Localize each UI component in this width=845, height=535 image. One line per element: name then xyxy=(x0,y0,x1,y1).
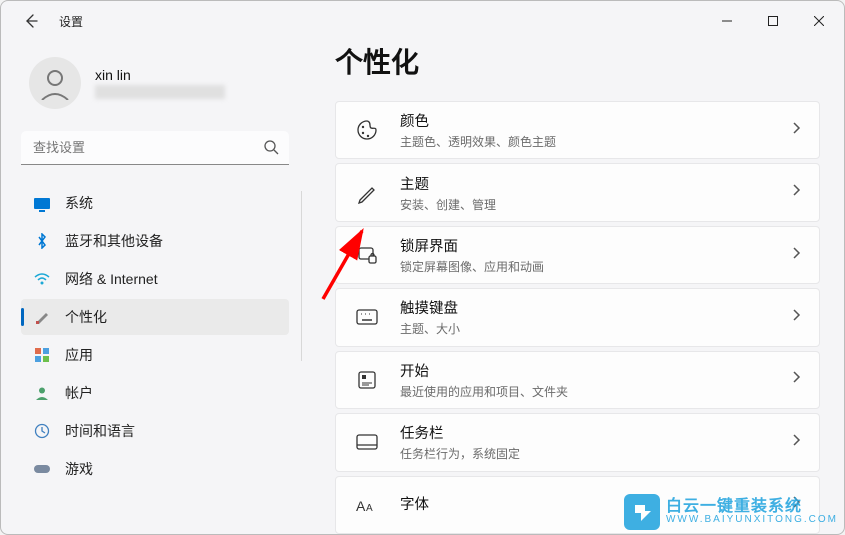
search-box[interactable] xyxy=(21,131,289,165)
settings-window: 设置 xin lin xyxy=(0,0,845,535)
pen-icon xyxy=(354,182,380,204)
nav-label: 时间和语言 xyxy=(65,421,135,441)
settings-cards: 颜色主题色、透明效果、颜色主题 主题安装、创建、管理 锁屏界面锁定屏幕图像、应用… xyxy=(335,101,820,534)
nav-list: 系统 蓝牙和其他设备 网络 & Internet 个性化 应用 xyxy=(21,185,289,487)
card-title: 锁屏界面 xyxy=(400,235,791,256)
nav-label: 应用 xyxy=(65,345,93,365)
profile-block[interactable]: xin lin xyxy=(21,57,289,109)
nav-label: 网络 & Internet xyxy=(65,269,158,289)
clock-globe-icon xyxy=(33,422,51,440)
nav-label: 游戏 xyxy=(65,459,93,479)
card-fonts[interactable]: AA 字体 xyxy=(335,476,820,534)
page-title: 个性化 xyxy=(335,41,820,81)
chevron-right-icon xyxy=(791,433,801,452)
card-title: 主题 xyxy=(400,173,791,194)
card-taskbar[interactable]: 任务栏任务栏行为，系统固定 xyxy=(335,413,820,471)
chevron-right-icon xyxy=(791,121,801,140)
card-touch-keyboard[interactable]: 触摸键盘主题、大小 xyxy=(335,288,820,346)
nav-personalization[interactable]: 个性化 xyxy=(21,299,289,335)
search-icon xyxy=(263,139,279,160)
card-subtitle: 主题色、透明效果、颜色主题 xyxy=(400,133,791,150)
nav-system[interactable]: 系统 xyxy=(21,185,289,221)
nav-label: 帐户 xyxy=(65,383,93,403)
user-email-blurred xyxy=(95,85,225,99)
card-colors[interactable]: 颜色主题色、透明效果、颜色主题 xyxy=(335,101,820,159)
bluetooth-icon xyxy=(33,232,51,250)
search-input[interactable] xyxy=(21,131,289,165)
nav-accounts[interactable]: 帐户 xyxy=(21,375,289,411)
chevron-right-icon xyxy=(791,246,801,265)
taskbar-icon xyxy=(354,434,380,450)
chevron-right-icon xyxy=(791,370,801,389)
start-icon xyxy=(354,370,380,390)
card-lockscreen[interactable]: 锁屏界面锁定屏幕图像、应用和动画 xyxy=(335,226,820,284)
titlebar: 设置 xyxy=(1,1,844,41)
nav-label: 个性化 xyxy=(65,307,107,327)
gamepad-icon xyxy=(33,460,51,478)
card-title: 字体 xyxy=(400,493,791,514)
user-icon xyxy=(33,384,51,402)
user-name: xin lin xyxy=(95,67,225,83)
paintbrush-icon xyxy=(33,308,51,326)
keyboard-icon xyxy=(354,309,380,325)
chevron-right-icon xyxy=(791,495,801,514)
close-button[interactable] xyxy=(796,5,842,37)
card-themes[interactable]: 主题安装、创建、管理 xyxy=(335,163,820,221)
palette-icon xyxy=(354,119,380,141)
chevron-right-icon xyxy=(791,183,801,202)
card-title: 颜色 xyxy=(400,110,791,131)
main-panel: 个性化 颜色主题色、透明效果、颜色主题 主题安装、创建、管理 锁屏界面锁定屏幕图… xyxy=(301,41,844,534)
nav-label: 蓝牙和其他设备 xyxy=(65,231,163,251)
apps-icon xyxy=(33,346,51,364)
sidebar-divider xyxy=(301,191,302,361)
avatar xyxy=(29,57,81,109)
nav-network[interactable]: 网络 & Internet xyxy=(21,261,289,297)
card-title: 开始 xyxy=(400,360,791,381)
sidebar: xin lin 系统 蓝牙和其他设备 xyxy=(1,41,301,534)
svg-text:A: A xyxy=(356,498,366,514)
card-subtitle: 安装、创建、管理 xyxy=(400,196,791,213)
card-title: 触摸键盘 xyxy=(400,297,791,318)
nav-bluetooth[interactable]: 蓝牙和其他设备 xyxy=(21,223,289,259)
svg-text:A: A xyxy=(366,503,373,514)
card-subtitle: 锁定屏幕图像、应用和动画 xyxy=(400,258,791,275)
font-icon: AA xyxy=(354,496,380,514)
monitor-icon xyxy=(33,194,51,212)
card-subtitle: 最近使用的应用和项目、文件夹 xyxy=(400,383,791,400)
back-button[interactable] xyxy=(19,9,43,33)
card-title: 任务栏 xyxy=(400,422,791,443)
card-start[interactable]: 开始最近使用的应用和项目、文件夹 xyxy=(335,351,820,409)
nav-label: 系统 xyxy=(65,193,93,213)
app-title: 设置 xyxy=(59,13,83,30)
nav-time-language[interactable]: 时间和语言 xyxy=(21,413,289,449)
nav-apps[interactable]: 应用 xyxy=(21,337,289,373)
maximize-button[interactable] xyxy=(750,5,796,37)
nav-gaming[interactable]: 游戏 xyxy=(21,451,289,487)
card-subtitle: 任务栏行为，系统固定 xyxy=(400,445,791,462)
wifi-icon xyxy=(33,270,51,288)
chevron-right-icon xyxy=(791,308,801,327)
card-subtitle: 主题、大小 xyxy=(400,320,791,337)
minimize-button[interactable] xyxy=(704,5,750,37)
lockscreen-icon xyxy=(354,244,380,266)
window-controls xyxy=(704,5,842,37)
